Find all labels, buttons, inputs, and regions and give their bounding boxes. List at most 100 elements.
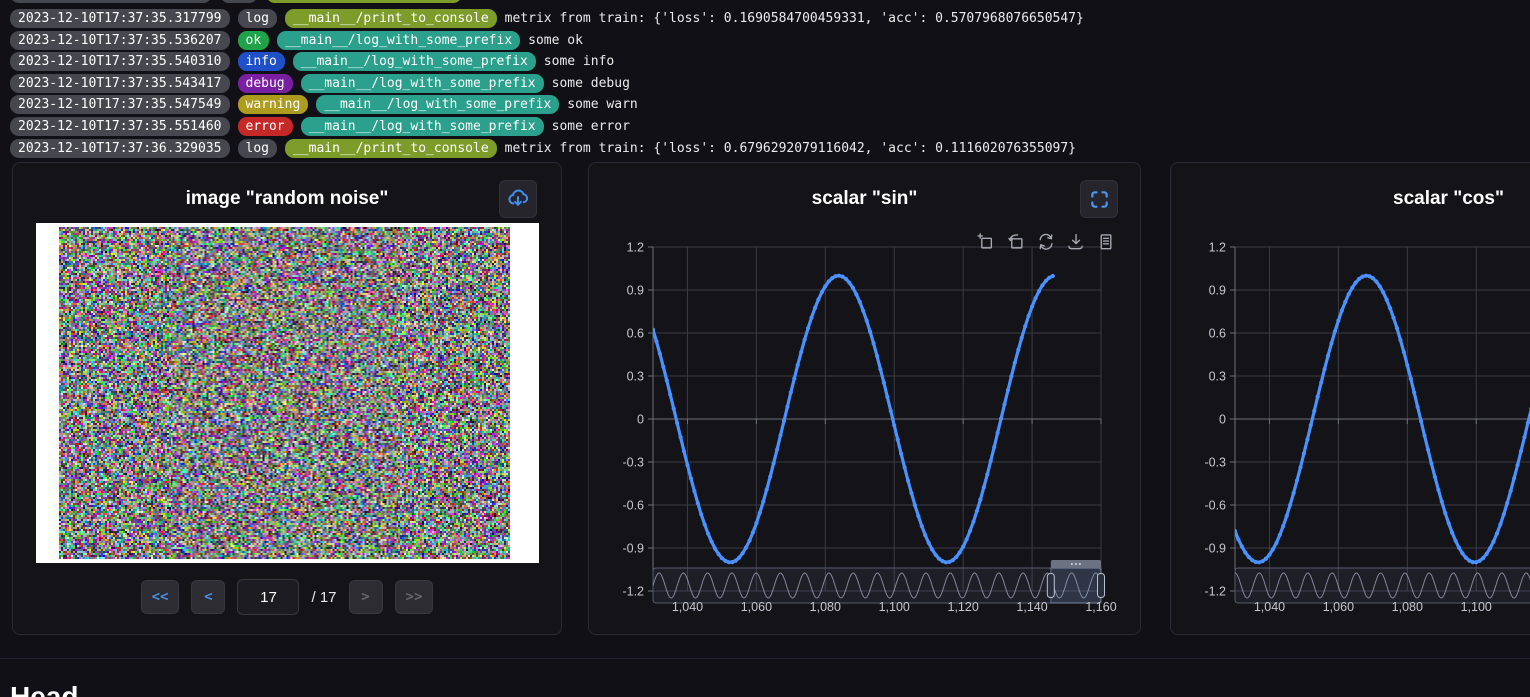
log-level-badge: debug <box>238 74 293 93</box>
page-total-label: / 17 <box>311 589 336 606</box>
x-axis-label: 1,100 <box>1461 600 1492 614</box>
y-axis-label: -0.3 <box>1204 455 1226 469</box>
datazoom-window[interactable] <box>1051 568 1101 603</box>
log-timestamp-badge: 2023-12-10T17:37:35.536207 <box>10 31 230 50</box>
section-divider <box>0 658 1530 659</box>
next-page-button[interactable]: > <box>349 580 383 614</box>
y-axis-label: 0.6 <box>1209 326 1226 340</box>
fullscreen-icon <box>1090 190 1109 209</box>
log-message: some error <box>552 119 630 134</box>
log-timestamp-badge: 2023-12-10T17:37:35.543417 <box>10 74 230 93</box>
log-source-badge: __main__/log_with_some_prefix <box>277 31 520 50</box>
log-source-badge: __main__/log_with_some_prefix <box>301 117 544 136</box>
scalar-cos-card: 1,0401,0601,0801,1001,1201,1401,1601.20.… <box>1170 162 1530 635</box>
log-level-badge: ok <box>238 31 270 50</box>
image-pagination: << < / 17 > >> <box>13 579 561 615</box>
datazoom-handle-left[interactable] <box>1047 574 1054 598</box>
log-level-badge: log <box>238 9 277 28</box>
log-level-badge <box>220 0 258 3</box>
datazoom-slider[interactable] <box>1235 568 1530 603</box>
log-row: 2023-12-10T17:37:35.551460 error __main__/… <box>10 117 1530 136</box>
log-level-badge: error <box>238 117 293 136</box>
image-card: image "random noise" << < / 17 > >> <box>12 162 562 635</box>
x-axis-label: 1,040 <box>672 600 703 614</box>
next-section-heading: Head <box>10 681 78 697</box>
y-axis-label: -0.9 <box>622 541 644 555</box>
y-axis-label: 0.9 <box>1209 283 1226 297</box>
log-source-badge: __main__/log_with_some_prefix <box>301 74 544 93</box>
x-axis-label: 1,060 <box>1323 600 1354 614</box>
cos-chart[interactable]: 1,0401,0601,0801,1001,1201,1401,1601.20.… <box>1171 163 1530 636</box>
x-axis-label: 1,140 <box>1016 600 1047 614</box>
log-timestamp-badge <box>10 0 212 3</box>
restore-icon[interactable] <box>1037 233 1054 250</box>
y-axis-label: 0.3 <box>1209 369 1226 383</box>
last-page-button[interactable]: >> <box>395 580 434 614</box>
log-source-badge: __main__/log_with_some_prefix <box>316 95 559 114</box>
y-axis-label: 1.2 <box>1209 240 1226 254</box>
log-timestamp-badge: 2023-12-10T17:37:35.540310 <box>10 52 230 71</box>
log-row: 2023-12-10T17:37:35.540310info__main__/l… <box>10 52 1530 71</box>
log-row: 2023-12-10T17:37:35.536207 ok __main__/log… <box>10 31 1530 50</box>
scalar-sin-card: 1,040 1,060 1,080 1,100 1,120 1,140 1,160 1.2 0.… <box>588 162 1141 635</box>
y-axis-label: -0.6 <box>1204 498 1226 512</box>
x-axis-label: 1,100 <box>879 600 910 614</box>
log-message: some debug <box>552 76 630 91</box>
chart-toolbox <box>977 233 1114 250</box>
data-view-icon[interactable] <box>1097 233 1114 250</box>
log-row: 2023-12-10T17:37:35.317799 log __main__/pr… <box>10 9 1530 28</box>
x-axis-label: 1,040 <box>1254 600 1285 614</box>
x-axis-label: 1,120 <box>948 600 979 614</box>
log-timestamp-badge: 2023-12-10T17:37:35.317799 <box>10 9 230 28</box>
x-axis-label: 1,060 <box>741 600 772 614</box>
y-axis-label: 0.3 <box>627 369 644 383</box>
sin-card-title: scalar "sin" <box>589 188 1140 210</box>
save-image-icon[interactable] <box>1067 233 1084 250</box>
first-page-button[interactable]: << <box>141 580 180 614</box>
log-row-partial <box>0 0 1530 5</box>
y-axis-label: -0.3 <box>622 455 644 469</box>
y-axis-label: 0 <box>1219 412 1226 426</box>
y-axis-label: 1.2 <box>627 240 644 254</box>
x-axis-label: 1,080 <box>810 600 841 614</box>
y-axis-label: -1.2 <box>622 584 644 598</box>
cos-card-title: scalar "cos" <box>1171 188 1530 210</box>
log-message: some info <box>544 54 614 69</box>
log-source-badge: __main__/print_to_console <box>285 9 497 28</box>
image-card-title: image "random noise" <box>13 188 561 210</box>
log-console: 2023-12-10T17:37:35.317799 log __main__/pr… <box>0 0 1530 160</box>
x-axis-label: 1,080 <box>1392 600 1423 614</box>
prev-page-button[interactable]: < <box>191 580 225 614</box>
log-row: 2023-12-10T17:37:36.329035 log __main__/pr… <box>10 139 1530 158</box>
log-rows: 2023-12-10T17:37:35.317799 log __main__/pr… <box>0 5 1530 158</box>
download-image-button[interactable] <box>499 180 537 218</box>
log-source-badge <box>266 0 462 3</box>
cloud-download-icon <box>507 188 529 210</box>
log-row: 2023-12-10T17:37:35.543417 debug __main__/… <box>10 74 1530 93</box>
log-level-badge: info <box>238 52 285 71</box>
y-axis-label: 0.9 <box>627 283 644 297</box>
log-timestamp-badge: 2023-12-10T17:37:35.551460 <box>10 117 230 136</box>
log-level-badge: warning <box>238 95 309 114</box>
log-level-badge: log <box>238 139 277 158</box>
y-axis-label: 0 <box>637 412 644 426</box>
log-timestamp-badge: 2023-12-10T17:37:36.329035 <box>10 139 230 158</box>
datazoom-handle-right[interactable] <box>1098 574 1105 598</box>
page-number-input[interactable] <box>237 579 299 615</box>
zoom-reset-icon[interactable] <box>1007 233 1024 250</box>
log-timestamp-badge: 2023-12-10T17:37:35.547549 <box>10 95 230 114</box>
y-axis-label: 0.6 <box>627 326 644 340</box>
log-source-badge: __main__/print_to_console <box>285 139 497 158</box>
y-axis-label: -0.9 <box>1204 541 1226 555</box>
log-message: some warn <box>567 97 637 112</box>
log-row: 2023-12-10T17:37:35.547549 warning __main_… <box>10 95 1530 114</box>
log-message: some ok <box>528 33 583 48</box>
area-zoom-icon[interactable] <box>977 233 994 250</box>
random-noise-image <box>59 227 510 559</box>
log-message: metrix from train: {'loss': 0.6796292079… <box>505 141 1076 156</box>
y-axis-label: -0.6 <box>622 498 644 512</box>
x-axis-label: 1,160 <box>1085 600 1116 614</box>
fullscreen-button[interactable] <box>1080 180 1118 218</box>
image-frame <box>36 223 539 563</box>
y-axis-label: -1.2 <box>1204 584 1226 598</box>
